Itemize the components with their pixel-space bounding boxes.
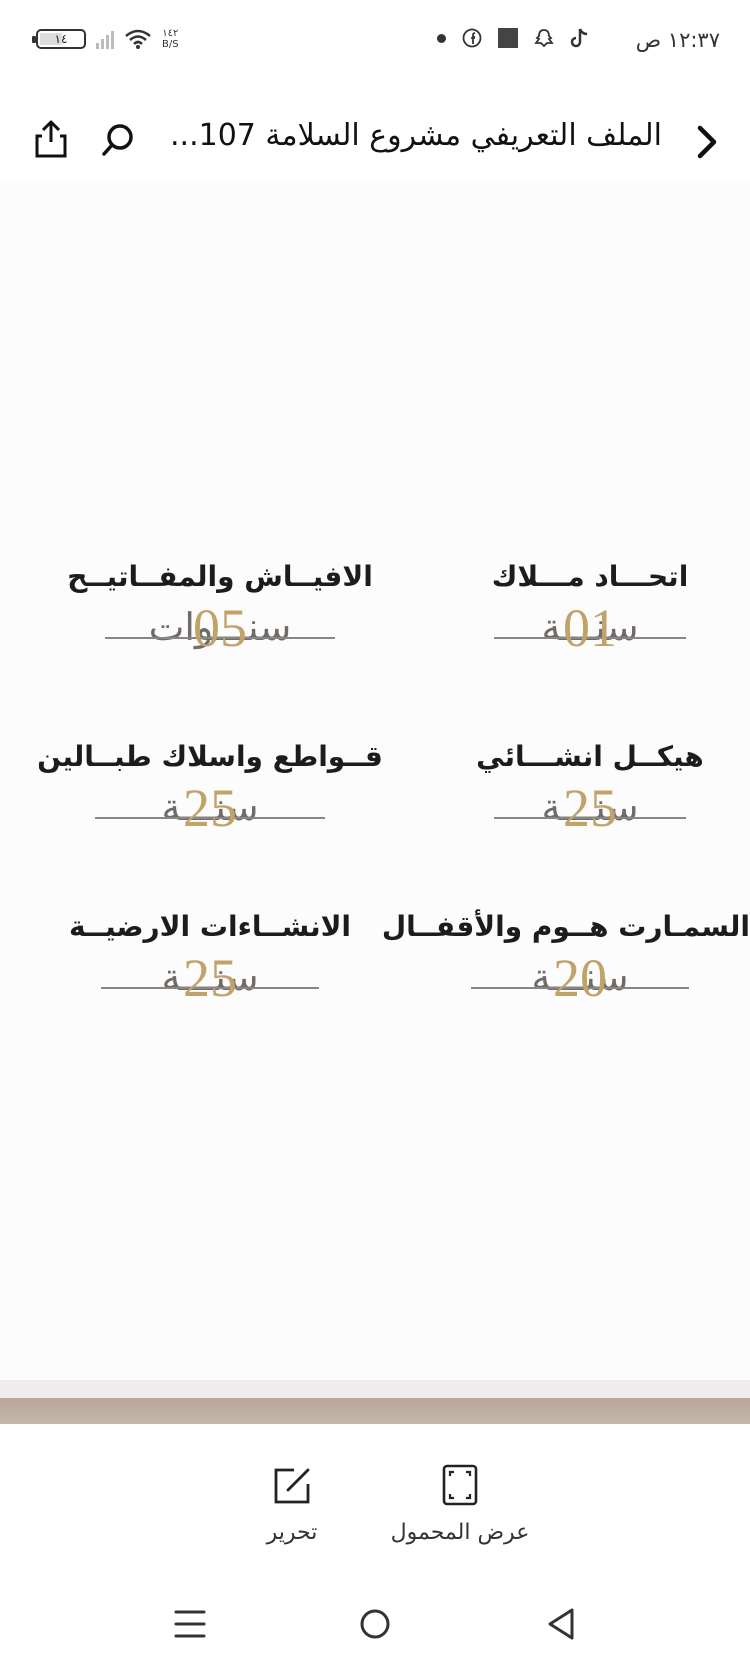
edit-button[interactable]: تحرير	[192, 1464, 392, 1545]
years-number: 25	[183, 778, 237, 838]
search-icon[interactable]	[100, 122, 136, 158]
warranty-title: السمـارت هــوم والأقفــال	[381, 910, 750, 943]
mobile-view-label: عرض المحمول	[390, 1520, 530, 1545]
warranty-title: الانشــاءات الارضيــة	[68, 910, 352, 943]
status-bar: ١٤ ١٤٢ B/S ١٢:٣٧ ص	[0, 0, 750, 86]
net-speed-value: ١٤٢	[162, 28, 179, 39]
recent-apps-icon[interactable]	[168, 1602, 212, 1646]
back-chevron-icon[interactable]	[694, 122, 722, 162]
home-icon[interactable]	[353, 1602, 397, 1646]
document-page: اتحـــاد مـــلاك سنـــة 01 الافيــاش وال…	[0, 180, 750, 1380]
years-number: 20	[553, 948, 607, 1008]
app-notification-icon	[498, 28, 518, 48]
page-divider-strip	[0, 1380, 750, 1424]
warranty-item: السمـارت هــوم والأقفــال سنـــة 20	[381, 910, 750, 1015]
status-time: ١٢:٣٧ ص	[635, 28, 720, 52]
years-number: 05	[193, 598, 247, 658]
signal-icon	[96, 29, 114, 49]
back-icon[interactable]	[540, 1602, 584, 1646]
facebook-icon	[462, 28, 482, 48]
warranty-title: هيكــل انشـــائي	[476, 740, 704, 773]
fullscreen-icon	[442, 1464, 478, 1506]
edit-label: تحرير	[266, 1520, 318, 1545]
warranty-item: قــواطع واسلاك طبــالين سنـــة 25	[30, 740, 390, 845]
edit-icon	[274, 1468, 310, 1504]
snapchat-icon	[534, 29, 554, 48]
warranty-item: هيكــل انشـــائي سنـــة 25	[440, 740, 740, 845]
wifi-icon	[125, 29, 151, 49]
system-nav-bar	[0, 1574, 750, 1679]
battery-icon: ١٤	[32, 29, 86, 49]
years-number: 01	[563, 598, 617, 658]
years-number: 25	[183, 948, 237, 1008]
status-left-group: ١٤ ١٤٢ B/S	[32, 28, 179, 50]
net-speed-unit: B/S	[162, 39, 179, 50]
warranty-duration: سنـــة 25	[30, 778, 390, 845]
warranty-title: قــواطع واسلاك طبــالين	[37, 740, 383, 773]
tiktok-icon	[570, 28, 588, 48]
warranty-item: الانشــاءات الارضيــة سنـــة 25	[40, 910, 380, 1015]
warranty-title: اتحـــاد مـــلاك	[491, 560, 689, 593]
bottom-toolbar: عرض المحمول تحرير	[0, 1424, 750, 1574]
warranty-duration: سنـــوات 05	[40, 598, 400, 665]
warranty-item: الافيــاش والمفــاتيــح سنـــوات 05	[40, 560, 400, 665]
warranty-item: اتحـــاد مـــلاك سنـــة 01	[440, 560, 740, 665]
warranty-duration: سنـــة 20	[410, 948, 750, 1015]
share-icon[interactable]	[34, 120, 68, 158]
warranty-title: الافيــاش والمفــاتيــح	[67, 560, 373, 593]
page-title: الملف التعريفي مشروع السلامة 107...	[170, 118, 662, 153]
net-speed: ١٤٢ B/S	[162, 28, 179, 50]
warranty-duration: سنـــة 25	[40, 948, 380, 1015]
warranty-duration: سنـــة 01	[440, 598, 740, 665]
more-notifications-icon	[437, 33, 446, 43]
warranty-duration: سنـــة 25	[440, 778, 740, 845]
app-header: الملف التعريفي مشروع السلامة 107...	[0, 100, 750, 180]
years-number: 25	[563, 778, 617, 838]
notification-icons	[437, 28, 588, 48]
battery-level: ١٤	[54, 32, 68, 46]
